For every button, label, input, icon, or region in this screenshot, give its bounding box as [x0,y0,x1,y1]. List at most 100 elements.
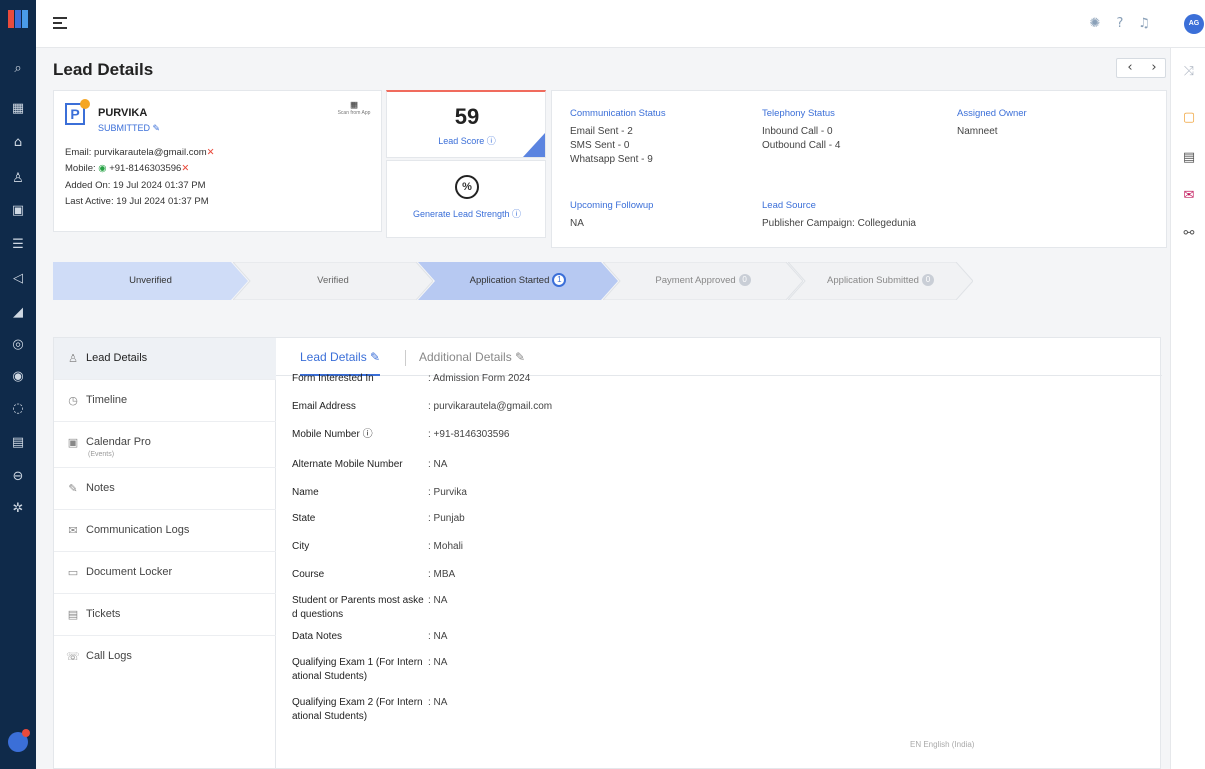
expand-corner-icon[interactable] [523,133,545,157]
lock-icon[interactable]: ⊖ [9,468,27,486]
upcoming-followup: Upcoming Followup NA [570,199,653,231]
detail-sidebar: ♙ Lead Details ◷ Timeline ▣ Calendar Pro… [54,338,276,769]
lead-email: purvikarautela@gmail.com [94,147,207,158]
folder-icon: ▭ [67,566,79,579]
followup-heading: Upcoming Followup [570,200,654,211]
sidebar-item-timeline[interactable]: ◷ Timeline [54,380,276,422]
whatsapp-sent: Whatsapp Sent - 9 [570,154,653,165]
field-value: : Purvika [428,487,467,498]
analytics-icon[interactable]: ◢ [9,304,27,322]
chat-icon[interactable] [8,729,30,752]
field-label: Email Address [292,401,356,412]
phone-icon: ☏ [66,650,80,663]
user-icon[interactable]: ♙ [9,170,27,188]
left-nav: ⌕ ▦ ⌂ ♙ ▣ ☰ ◁ ◢ ◎ ◉ ◌ ▤ ⊖ ✲ [0,0,36,769]
assigned-owner: Assigned Owner Namneet [957,107,1027,139]
flow-icon[interactable]: ⚯ [1181,226,1197,242]
right-rail: ⤨ ▢ ▤ ✉ ⚯ [1170,48,1205,769]
calendar-icon[interactable]: ▣ [9,202,27,220]
lead-mobile-row: Mobile: ◉ +91-8146303596✕ [65,163,189,174]
sms-sent: SMS Sent - 0 [570,140,630,151]
sidebar-item-label: Timeline [86,394,128,406]
field-label: State [292,513,316,524]
mail-icon[interactable]: ✉ [1181,188,1197,204]
field-value: : NA [428,697,448,708]
calendar-icon[interactable]: ▢ [1181,110,1197,126]
lead-name: PURVIKA [98,107,148,119]
document-icon[interactable]: ▤ [1181,150,1197,166]
stage-application-submitted[interactable]: Application Submitted 0 [788,262,973,300]
support-icon[interactable]: ◌ [9,400,27,418]
stage-verified[interactable]: Verified [233,262,433,300]
stage-label: Verified [317,275,349,286]
field-label: Course [292,569,325,580]
notification-dot [22,729,30,737]
sidebar-item-document-locker[interactable]: ▭ Document Locker [54,552,276,594]
qr-scan[interactable]: ▦ Scan from App [336,99,372,116]
sidebar-item-sublabel: (Events) [88,451,115,458]
calendar-icon: ▣ [67,436,79,449]
search-icon[interactable]: ⌕ [9,60,27,78]
brand-logo[interactable] [8,10,28,28]
payment-icon[interactable]: ◉ [9,368,27,386]
avatar[interactable]: AG [1184,14,1204,34]
tab-additional-details[interactable]: Additional Details ✎ [419,338,525,376]
sidebar-item-label: Communication Logs [86,524,190,536]
user-icon: ♙ [68,352,78,365]
megaphone-icon[interactable]: ◁ [9,270,27,288]
field-label: Qualifying Exam 2 (For Intern ational St… [292,697,423,722]
list-icon[interactable]: ☰ [9,236,27,254]
email-sent: Email Sent - 2 [570,126,633,137]
field-label: Data Notes [292,631,343,642]
lead-source-value: Publisher Campaign: Collegedunia [762,218,916,229]
card-icon[interactable]: ▤ [9,434,27,452]
help-icon[interactable]: ? [1112,16,1128,32]
lead-strength-card[interactable]: % Generate Lead Strength ⓘ [386,160,546,238]
stage-unverified[interactable]: Unverified [53,262,248,300]
menu-icon[interactable] [53,17,67,29]
generate-lead-strength-button[interactable]: Generate Lead Strength ⓘ [387,207,547,220]
sidebar-item-call-logs[interactable]: ☏ Call Logs [54,636,276,678]
unverified-icon: ✕ [181,163,190,174]
stage-application-started[interactable]: Application Started 1 [418,262,618,300]
compass-icon[interactable]: ◎ [9,336,27,354]
field-value: : NA [428,631,448,642]
email-label: Email: [65,147,92,158]
sidebar-item-label: Call Logs [86,650,132,662]
sidebar-item-communication-logs[interactable]: ✉ Communication Logs [54,510,276,552]
detail-tabs: Lead Details ✎ Additional Details ✎ [276,338,1162,376]
bell-icon[interactable]: ♫ [1136,16,1152,32]
home-icon[interactable]: ⌂ [9,134,27,152]
outbound-call: Outbound Call - 4 [762,140,841,151]
lead-score-card[interactable]: 59 Lead Score ⓘ [386,90,546,158]
stage-payment-approved[interactable]: Payment Approved 0 [603,262,803,300]
lead-mobile: +91-8146303596 [109,163,182,174]
badge-icon [80,99,90,109]
shuffle-icon[interactable]: ⤨ [1181,64,1197,80]
sidebar-item-tickets[interactable]: ▤ Tickets [54,594,276,636]
settings-gear-icon[interactable]: ✺ [1087,16,1103,32]
sidebar-item-lead-details[interactable]: ♙ Lead Details [54,338,276,380]
prev-record-button[interactable]: ‹ [1118,60,1142,75]
language-selector[interactable]: EN English (India) [910,740,974,749]
settings-icon[interactable]: ✲ [9,500,27,518]
sidebar-item-calendar-pro[interactable]: ▣ Calendar Pro (Events) [54,422,276,468]
dashboard-icon[interactable]: ▦ [9,100,27,118]
field-value: : Admission Form 2024 [428,373,531,384]
record-pager: ‹ › [1116,58,1166,78]
field-value: : purvikarautela@gmail.com [428,401,553,412]
telephony-status: Telephony Status Inbound Call - 0 Outbou… [762,107,840,153]
lead-email-row: Email: purvikarautela@gmail.com✕ [65,147,215,158]
field-label: Qualifying Exam 1 (For Intern ational St… [292,657,423,682]
next-record-button[interactable]: › [1142,60,1166,75]
lead-status[interactable]: SUBMITTED ✎ [98,123,160,134]
mobile-label: Mobile: [65,163,96,174]
sidebar-item-notes[interactable]: ✎ Notes [54,468,276,510]
whatsapp-icon[interactable]: ◉ [98,163,106,174]
tab-lead-details[interactable]: Lead Details ✎ [300,338,381,376]
page-title: Lead Details [53,60,154,79]
communication-status: Communication Status Email Sent - 2 SMS … [570,107,666,167]
communication-heading: Communication Status [570,108,666,119]
field-value: : NA [428,595,448,606]
field-label: Alternate Mobile Number [292,459,403,470]
